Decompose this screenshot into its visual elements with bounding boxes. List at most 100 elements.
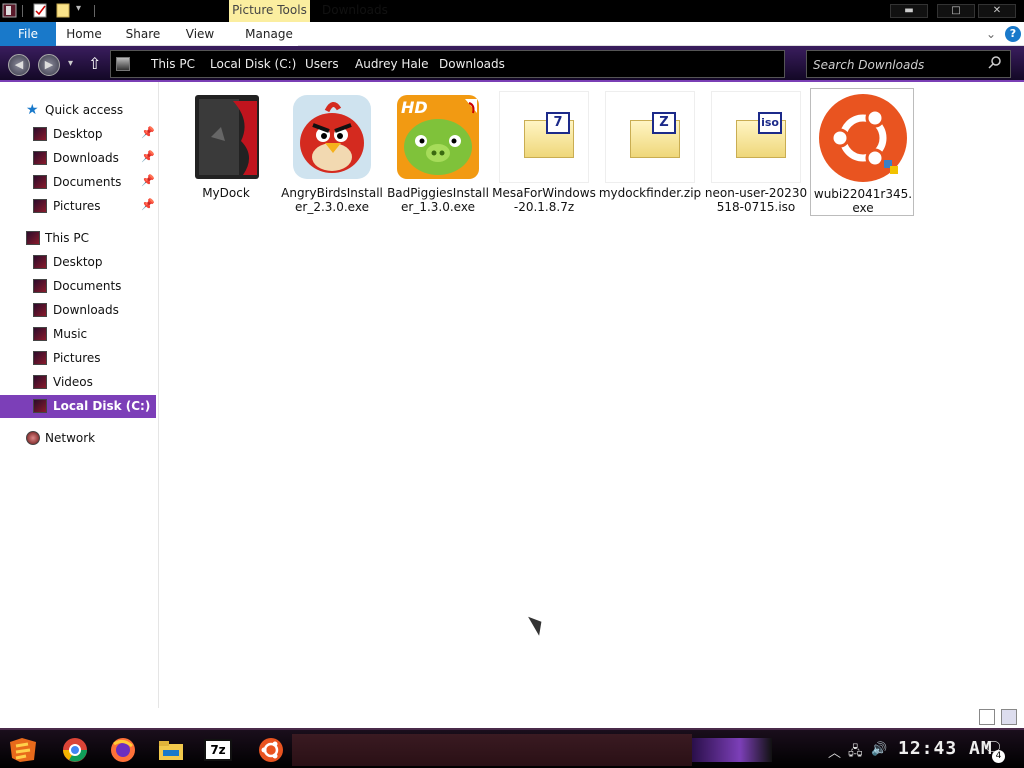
file-name: BadPiggiesInstaller_1.3.0.exe [387, 186, 489, 214]
file-item-neon[interactable]: iso neon-user-20230518-0715.iso [704, 88, 808, 216]
archive-iso-icon: iso [711, 91, 801, 183]
back-button[interactable]: ◀ [8, 54, 30, 76]
expand-ribbon-chevron-icon[interactable]: ⌄ [986, 27, 996, 41]
large-icons-view-icon[interactable] [1001, 709, 1017, 725]
recent-locations-dropdown-icon[interactable]: ▾ [68, 58, 83, 73]
documents-folder-icon [33, 279, 47, 293]
chrome-icon[interactable] [60, 736, 90, 764]
desktop-folder-icon [33, 127, 47, 141]
tab-home[interactable]: Home [62, 22, 106, 46]
titlebar-separator [94, 5, 95, 17]
up-arrow-icon[interactable]: ⇧ [88, 54, 101, 73]
minimize-button[interactable]: ▬ [890, 4, 928, 18]
nav-quick-downloads[interactable]: Downloads 📌 [0, 147, 156, 169]
notification-count-badge: 4 [992, 750, 1005, 763]
nav-label: Documents [53, 279, 122, 293]
firefox-icon[interactable] [108, 736, 138, 764]
forward-button[interactable]: ▶ [38, 54, 60, 76]
nav-pc-documents[interactable]: Documents [0, 275, 156, 297]
pin-icon[interactable]: 📌 [141, 150, 155, 163]
volume-icon[interactable]: 🔊 [871, 742, 887, 757]
taskbar: 7z ︿ 🖧 🔊 12:43 AM 🗨 4 [0, 728, 1024, 768]
new-folder-icon[interactable] [56, 3, 71, 18]
nav-label: Desktop [53, 127, 103, 141]
breadcrumb[interactable]: This PC Local Disk (C:) Users Audrey Hal… [110, 50, 785, 78]
file-item-mydock[interactable]: MyDock [174, 88, 278, 216]
tab-share[interactable]: Share [120, 22, 166, 46]
nav-pc-videos[interactable]: Videos [0, 371, 156, 393]
search-icon[interactable] [987, 55, 1003, 71]
titlebar-separator [22, 5, 23, 17]
start-icon[interactable] [8, 736, 38, 764]
computer-icon [26, 231, 40, 245]
pin-icon[interactable]: 📌 [141, 126, 155, 139]
tab-manage[interactable]: Manage [240, 22, 298, 46]
quick-access-toolbar-dropdown-icon[interactable]: ▾ [76, 3, 91, 18]
7zip-icon[interactable]: 7z [204, 739, 232, 761]
file-item-mesa[interactable]: 7 MesaForWindows-20.1.8.7z [492, 88, 596, 216]
close-button[interactable]: ✕ [978, 4, 1016, 18]
taskbar-clock[interactable]: 12:43 AM [898, 738, 993, 759]
breadcrumb-users[interactable]: Users [305, 57, 339, 71]
nav-quick-desktop[interactable]: Desktop 📌 [0, 123, 156, 145]
documents-folder-icon [33, 175, 47, 189]
breadcrumb-downloads[interactable]: Downloads [439, 57, 505, 71]
archive-badge: 7 [546, 112, 570, 134]
file-item-angrybirds[interactable]: AngryBirdsInstaller_2.3.0.exe [280, 88, 384, 216]
details-view-icon[interactable] [979, 709, 995, 725]
taskbar-window-strip[interactable] [292, 734, 692, 766]
breadcrumb-local-disk[interactable]: Local Disk (C:) [210, 57, 296, 71]
window-title: Downloads [322, 3, 388, 17]
tab-view[interactable]: View [180, 22, 220, 46]
search-input[interactable] [813, 57, 983, 73]
archive-zip-icon: Z [605, 91, 695, 183]
taskbar-decoration [692, 738, 772, 762]
nav-pc-downloads[interactable]: Downloads [0, 299, 156, 321]
file-item-badpiggies[interactable]: HD BadPiggiesInstaller_1.3.0.exe [386, 88, 490, 216]
title-bar: ▾ Picture Tools Downloads ▬ □ ✕ [0, 0, 1024, 22]
tab-file[interactable]: File [0, 22, 56, 46]
angry-birds-icon [293, 95, 371, 179]
ubuntu-taskbar-icon[interactable] [256, 736, 286, 764]
nav-label: Downloads [53, 151, 119, 165]
dock-folder-icon [195, 95, 259, 179]
nav-pc-music[interactable]: Music [0, 323, 156, 345]
properties-icon[interactable] [33, 3, 48, 18]
drive-icon [33, 399, 47, 413]
nav-pc-desktop[interactable]: Desktop [0, 251, 156, 273]
pictures-folder-icon [33, 351, 47, 365]
nav-label: Quick access [45, 103, 124, 117]
nav-label: Downloads [53, 303, 119, 317]
file-name: wubi22041r345.exe [813, 187, 913, 215]
pin-icon[interactable]: 📌 [141, 198, 155, 211]
star-icon: ★ [26, 102, 39, 118]
network-tray-icon[interactable]: 🖧 [848, 742, 863, 764]
nav-this-pc[interactable]: This PC [0, 227, 156, 249]
context-tab-picture-tools[interactable]: Picture Tools [229, 0, 310, 22]
downloads-folder-icon [33, 303, 47, 317]
help-button[interactable]: ? [1005, 26, 1021, 42]
nav-pc-pictures[interactable]: Pictures [0, 347, 156, 369]
nav-local-disk[interactable]: Local Disk (C:) [0, 395, 156, 418]
file-name: neon-user-20230518-0715.iso [704, 186, 808, 214]
breadcrumb-this-pc[interactable]: This PC [151, 57, 195, 71]
maximize-button[interactable]: □ [937, 4, 975, 18]
archive-badge: iso [758, 112, 782, 134]
pin-icon[interactable]: 📌 [141, 174, 155, 187]
file-list: MyDock AngryBirdsInstaller_2.3.0.exe HD [160, 82, 1024, 708]
show-hidden-icons-chevron-icon[interactable]: ︿ [828, 742, 841, 761]
file-explorer-icon[interactable] [156, 736, 186, 764]
nav-quick-documents[interactable]: Documents 📌 [0, 171, 156, 193]
mouse-cursor-icon [528, 612, 547, 636]
breadcrumb-audrey-hale[interactable]: Audrey Hale [355, 57, 429, 71]
network-icon [26, 431, 40, 445]
file-item-wubi[interactable]: wubi22041r345.exe [810, 88, 914, 216]
pictures-folder-icon [33, 199, 47, 213]
nav-quick-pictures[interactable]: Pictures 📌 [0, 195, 156, 217]
nav-quick-access[interactable]: ★ Quick access [0, 99, 156, 121]
desktop-folder-icon [33, 255, 47, 269]
nav-label: Desktop [53, 255, 103, 269]
nav-network[interactable]: Network [0, 427, 156, 449]
explorer-app-icon[interactable] [2, 3, 17, 18]
file-item-mydockfinder[interactable]: Z mydockfinder.zip [598, 88, 702, 216]
